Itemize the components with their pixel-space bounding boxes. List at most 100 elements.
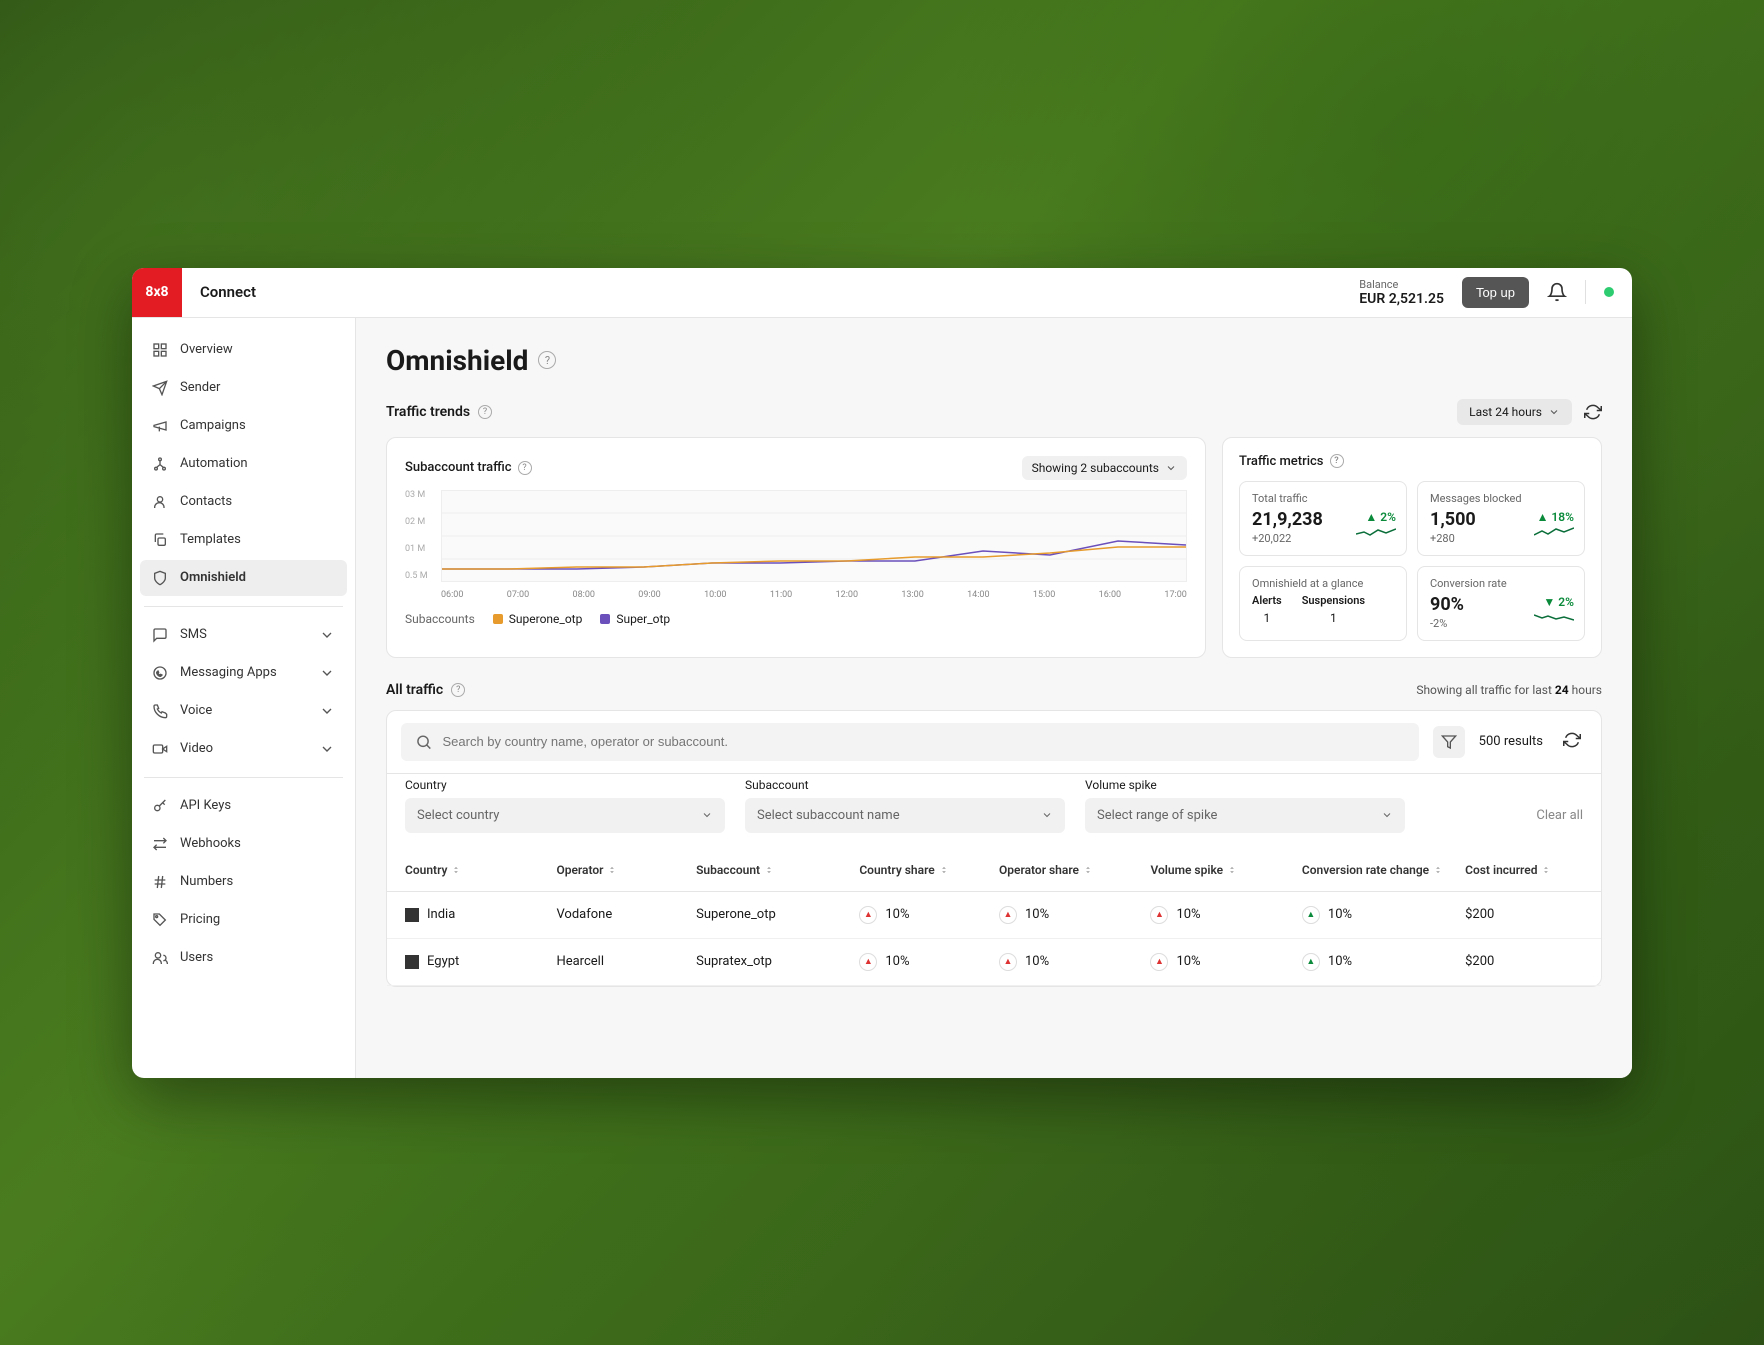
cell-subaccount: Supratex_otp [696,954,849,969]
sidebar-item-sender[interactable]: Sender [140,370,347,406]
sidebar-item-label: Users [180,950,213,965]
glance-columns: Alerts 1 Suspensions 1 [1252,594,1394,625]
filter-label: Subaccount [745,778,1065,792]
notifications-icon[interactable] [1547,282,1567,302]
sidebar-item-contacts[interactable]: Contacts [140,484,347,520]
sort-icon [939,865,949,875]
sidebar-item-users[interactable]: Users [140,940,347,976]
cell-volume-spike: ▲10% [1150,953,1291,971]
help-icon[interactable]: ? [538,351,556,369]
y-tick: 01 M [405,544,428,554]
sidebar-item-label: Pricing [180,912,220,927]
filters-row: Country Select country Subaccount Select… [386,774,1602,849]
subaccount-select[interactable]: Select subaccount name [745,798,1065,833]
glance-value: 1 [1252,611,1282,625]
legend-text: Superone_otp [509,612,583,626]
legend-label: Subaccounts [405,612,475,626]
cell-cost: $200 [1465,907,1583,922]
time-range-select[interactable]: Last 24 hours [1457,399,1572,425]
th-country[interactable]: Country [405,863,546,877]
phone-icon [152,703,168,719]
legend-swatch [600,614,610,624]
chart-title: Subaccount traffic [405,460,512,475]
x-tick: 13:00 [901,590,923,600]
sort-icon [1541,865,1551,875]
sidebar-item-label: Overview [180,342,233,357]
th-cost-incurred[interactable]: Cost incurred [1465,863,1583,877]
help-icon[interactable]: ? [451,683,465,697]
country-select[interactable]: Select country [405,798,725,833]
clear-all-button[interactable]: Clear all [1536,808,1583,833]
glance-label: Suspensions [1302,594,1365,607]
chart-svg [442,491,1186,581]
trend-pct: ▼ 2% [1534,595,1574,609]
page-title-row: Omnishield ? [386,344,1602,377]
th-operator[interactable]: Operator [556,863,686,877]
select-placeholder: Select range of spike [1097,808,1217,823]
help-icon[interactable]: ? [478,405,492,419]
sidebar-item-automation[interactable]: Automation [140,446,347,482]
sidebar-item-label: Voice [180,703,212,718]
topup-button[interactable]: Top up [1462,277,1529,308]
app-header: 8x8 Connect Balance EUR 2,521.25 Top up [132,268,1632,318]
sort-icon [1227,865,1237,875]
search-icon [415,733,433,751]
filter-subaccount: Subaccount Select subaccount name [745,778,1065,833]
trend-up-icon: ▲ [1302,906,1320,924]
filter-volume-spike: Volume spike Select range of spike [1085,778,1405,833]
x-tick: 08:00 [573,590,595,600]
balance-label: Balance [1359,278,1444,291]
trends-title: Traffic trends [386,404,470,420]
table-row[interactable]: India Vodafone Superone_otp ▲10% ▲10% ▲1… [387,892,1601,939]
sidebar-item-label: Omnishield [180,570,246,585]
chart-legend: Subaccounts Superone_otp Super_otp [405,612,1187,626]
legend-item-super: Super_otp [600,612,670,626]
th-subaccount[interactable]: Subaccount [696,863,849,877]
cell-operator: Hearcell [556,954,686,969]
glance-suspensions: Suspensions 1 [1302,594,1365,625]
filter-button[interactable] [1433,726,1465,758]
help-icon[interactable]: ? [1330,454,1344,468]
th-operator-share[interactable]: Operator share [999,863,1140,877]
sidebar-item-messaging-apps[interactable]: Messaging Apps [140,655,347,691]
y-tick: 03 M [405,490,428,500]
sidebar-item-overview[interactable]: Overview [140,332,347,368]
glance-value: 1 [1302,611,1365,625]
sidebar-item-api-keys[interactable]: API Keys [140,788,347,824]
sidebar-item-video[interactable]: Video [140,731,347,767]
sort-icon [451,865,461,875]
filter-icon [1441,734,1457,750]
search-input[interactable] [443,734,1405,749]
metrics-title: Traffic metrics ? [1239,454,1585,469]
table-row[interactable]: Egypt Hearcell Supratex_otp ▲10% ▲10% ▲1… [387,939,1601,986]
sidebar-item-voice[interactable]: Voice [140,693,347,729]
metric-label: Omnishield at a glance [1252,577,1394,590]
sidebar-item-templates[interactable]: Templates [140,522,347,558]
x-tick: 17:00 [1164,590,1186,600]
refresh-icon [1563,731,1581,749]
page-title: Omnishield [386,344,528,377]
refresh-button[interactable] [1557,731,1587,753]
sidebar-item-omnishield[interactable]: Omnishield [140,560,347,596]
sidebar-item-webhooks[interactable]: Webhooks [140,826,347,862]
showing-subaccounts-select[interactable]: Showing 2 subaccounts [1022,456,1187,480]
sidebar-item-sms[interactable]: SMS [140,617,347,653]
x-tick: 07:00 [507,590,529,600]
sidebar-item-label: Video [180,741,213,756]
cell-conversion: ▲10% [1302,906,1455,924]
search-field[interactable] [401,723,1419,761]
country-name: Egypt [427,954,459,969]
sidebar-item-numbers[interactable]: Numbers [140,864,347,900]
app-body: Overview Sender Campaigns Automation Con… [132,318,1632,1078]
sidebar-item-pricing[interactable]: Pricing [140,902,347,938]
th-country-share[interactable]: Country share [859,863,989,877]
shield-icon [152,570,168,586]
sidebar-item-campaigns[interactable]: Campaigns [140,408,347,444]
th-volume-spike[interactable]: Volume spike [1150,863,1291,877]
cell-operator: Vodafone [556,907,686,922]
volume-spike-select[interactable]: Select range of spike [1085,798,1405,833]
series-superone-otp [442,547,1186,569]
refresh-icon[interactable] [1584,403,1602,421]
help-icon[interactable]: ? [518,461,532,475]
th-conversion-rate[interactable]: Conversion rate change [1302,863,1455,877]
